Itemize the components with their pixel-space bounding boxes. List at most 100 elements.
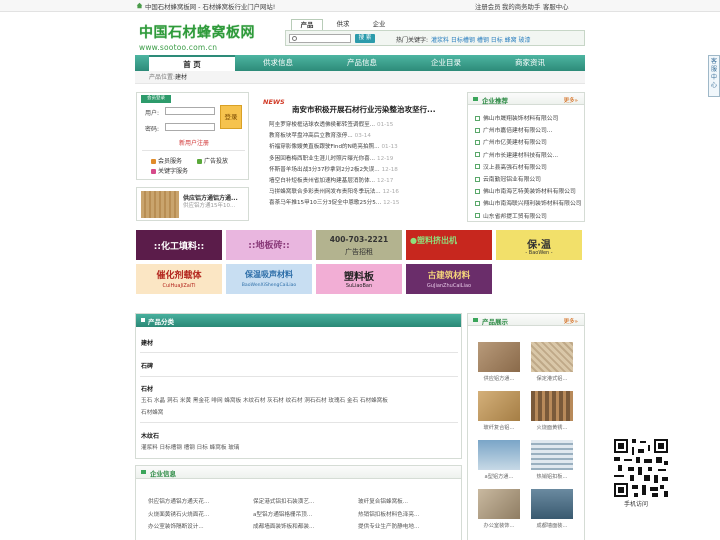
nav-home[interactable]: 首 页 bbox=[149, 55, 235, 72]
ad-banner-contact[interactable]: 400-703-2221 广告招租 bbox=[316, 230, 402, 260]
product-thumb[interactable] bbox=[478, 440, 520, 470]
ad-sub: 广告招租 bbox=[345, 248, 373, 256]
product-thumb-caption[interactable]: 供应铝方通... bbox=[477, 375, 521, 382]
recommend-item[interactable]: 广州市亿美建材有限公司 bbox=[475, 137, 547, 146]
assistant-link[interactable]: 我的商务助手 bbox=[502, 2, 540, 11]
login-button[interactable]: 登录 bbox=[220, 105, 242, 129]
ad-sub: - BaoWen - bbox=[525, 250, 553, 256]
enterprise-item[interactable]: 提供专业生产防静电地... bbox=[358, 522, 419, 530]
category-wood-grain[interactable]: 木纹石 bbox=[141, 431, 159, 440]
recommend-item[interactable]: 广州市长建建材科技有限公... bbox=[475, 150, 558, 159]
product-thumb[interactable] bbox=[478, 391, 520, 421]
product-thumb[interactable] bbox=[478, 489, 520, 519]
ad-banner-tiles[interactable]: ::地板砖:: bbox=[226, 230, 312, 260]
product-image[interactable] bbox=[141, 191, 179, 218]
enterprise-item[interactable]: 保定港式铝扣石装潢艺... bbox=[253, 497, 314, 505]
category-wood-grain-items[interactable]: 灌浆料 日标槽钢 槽钢 日标 蜂窝板 玻璃 bbox=[141, 443, 239, 451]
ad-banner-ancient[interactable]: 古建筑材料 GuJianZhuCaiLiao bbox=[406, 264, 492, 294]
category-stone[interactable]: 石材 bbox=[141, 384, 153, 393]
enterprise-item[interactable]: a型铝方通铝格栅吊顶... bbox=[253, 510, 312, 518]
news-item[interactable]: 祈福穿影像嫂美直板跟驶Find的N绝亮拍照... 01-13 bbox=[269, 142, 398, 150]
breadcrumb-current[interactable]: 建材 bbox=[175, 74, 187, 81]
news-item[interactable]: 马拼蜂窝联合多彩贵州网发布贵阳冬季玩法... 12-16 bbox=[269, 187, 399, 195]
enterprise-item[interactable]: 供应铝方通铝方通天花... bbox=[148, 497, 209, 505]
recommend-item[interactable]: 山东省邦提工贸有限公司 bbox=[475, 211, 547, 220]
product-thumb-caption[interactable]: 玻纤复合铝... bbox=[477, 424, 521, 431]
search-button[interactable]: 搜 索 bbox=[355, 34, 375, 43]
category-divider bbox=[140, 352, 458, 353]
search-tab-product[interactable]: 产品 bbox=[291, 19, 323, 30]
product-thumb[interactable] bbox=[478, 342, 520, 372]
search-tab-company[interactable]: 企业 bbox=[363, 19, 395, 30]
enterprise-item[interactable]: 玻纤复合铝蜂窝板... bbox=[358, 497, 408, 505]
product-thumb[interactable] bbox=[531, 342, 573, 372]
product-card[interactable]: 供应铝方通铝方通... 供应铝方通15年10... bbox=[136, 187, 249, 221]
nav-directory[interactable]: 企业目录 bbox=[403, 55, 489, 71]
category-stele[interactable]: 石碑 bbox=[141, 361, 153, 370]
search-bar: 搜 索 热门关键字: 灌浆料 日标槽钢 槽钢 日标 蜂窝 玻漆 bbox=[285, 30, 585, 46]
ad-banner-plastic-board[interactable]: 塑料板 SuLiaoBan bbox=[316, 264, 402, 294]
ad-placement-link[interactable]: 广告投放 bbox=[197, 156, 228, 165]
enterprise-item[interactable]: 热销铝扣板材料色泽亮... bbox=[358, 510, 419, 518]
recommend-item-name: 山东省邦提工贸有限公司 bbox=[483, 213, 547, 220]
product-sub: 供应铝方通15年10... bbox=[183, 203, 236, 209]
product-thumb-caption[interactable]: 热销铝扣板... bbox=[530, 473, 574, 480]
category-divider bbox=[140, 422, 458, 423]
recommend-item[interactable]: 佛山市南海艺特美装饰材料有限公司 bbox=[475, 186, 576, 195]
news-item[interactable]: 怀斯普羊场出战3分37秒拿到2分2板2失误... 12-18 bbox=[269, 165, 398, 173]
nav-products[interactable]: 产品信息 bbox=[319, 55, 405, 71]
enterprise-item[interactable]: 办公室装饰隔断设计... bbox=[148, 522, 204, 530]
ad-banner-extruder[interactable]: ●塑料挤出机 bbox=[406, 230, 492, 260]
show-more-link[interactable]: 更多» bbox=[564, 317, 578, 325]
hot-keywords[interactable]: 灌浆料 日标槽钢 槽钢 日标 蜂窝 玻漆 bbox=[431, 35, 531, 44]
customer-service-tab[interactable]: 客服中心 bbox=[708, 55, 720, 97]
member-service-link[interactable]: 会员服务 bbox=[151, 156, 182, 165]
news-item[interactable]: 喜茶马年推15甲10三分3促全中恩歌25分5... 12-15 bbox=[269, 198, 399, 206]
ad-placement-icon bbox=[197, 158, 202, 164]
password-field[interactable] bbox=[165, 123, 215, 131]
product-thumb[interactable] bbox=[531, 440, 573, 470]
ad-banner-catalyst[interactable]: 催化剂载体 CuiHuaJiZaiTi bbox=[136, 264, 222, 294]
product-thumb-caption[interactable]: 办公室装饰... bbox=[477, 522, 521, 529]
recommend-item[interactable]: 佛山市南海联兴翔利装饰材料有限公司 bbox=[475, 198, 582, 207]
recommend-item[interactable]: 云南勤冠铝业有限公司 bbox=[475, 174, 541, 183]
news-headline[interactable]: 南安市积极开展石材行业污染整治攻坚行... bbox=[292, 104, 436, 115]
nav-news[interactable]: 商家资讯 bbox=[487, 55, 573, 71]
category-building[interactable]: 建材 bbox=[141, 338, 153, 347]
news-item[interactable]: 多困回看梅西职业生涯儿时照片曝光你喜... 12-19 bbox=[269, 154, 393, 162]
enterprise-item[interactable]: 火烧面黄锈石火烧面花... bbox=[148, 510, 209, 518]
username-field[interactable] bbox=[165, 107, 215, 115]
category-stone-items[interactable]: 玉石 水晶 洞石 米黄 黑金花 啡网 蜂窝板 木纹石材 灰石材 纹石材 洞石石材… bbox=[141, 396, 388, 404]
product-thumb[interactable] bbox=[531, 391, 573, 421]
service-center-link[interactable]: 客服中心 bbox=[543, 2, 569, 11]
list-bullet-icon bbox=[475, 200, 480, 206]
search-input[interactable] bbox=[289, 34, 351, 43]
keyword-service-link[interactable]: 关键字服务 bbox=[151, 166, 188, 175]
product-thumb[interactable] bbox=[531, 489, 573, 519]
home-icon[interactable] bbox=[136, 2, 143, 9]
product-thumb-caption[interactable]: 保定港式铝... bbox=[530, 375, 574, 382]
ad-banner-insulation[interactable]: 保·温 - BaoWen - bbox=[496, 230, 582, 260]
recommend-item[interactable]: 汉上县高强石材有限公司 bbox=[475, 162, 547, 171]
product-thumb-caption[interactable]: 火烧面黄锈... bbox=[530, 424, 574, 431]
recommend-item[interactable]: 佛山市晟翔装饰材料有限公司 bbox=[475, 113, 558, 122]
news-item[interactable]: 教育板块苹盘冲高后立教育涨停... 03-14 bbox=[269, 131, 371, 139]
ad-banner-acoustic[interactable]: 保温吸声材料 BaoWenXiShengCaiLiao bbox=[226, 264, 312, 294]
ad-text: 保温吸声材料 bbox=[245, 270, 293, 279]
register-new-user-link[interactable]: 新用户注册 bbox=[179, 138, 209, 147]
search-tab-supply[interactable]: 供求 bbox=[327, 19, 359, 30]
recommend-item[interactable]: 广州市嘉倍建材有限公司... bbox=[475, 125, 552, 134]
register-link[interactable]: 注册会员 bbox=[475, 2, 501, 11]
category-stone-items-2[interactable]: 石材蜂窝 bbox=[141, 408, 163, 416]
recommend-more-link[interactable]: 更多» bbox=[564, 96, 578, 104]
product-thumb-caption[interactable]: 成都墙面装... bbox=[530, 522, 574, 529]
ad-placement-text: 广告投放 bbox=[204, 158, 229, 165]
enterprise-item[interactable]: 成都墙面装饰板和都装... bbox=[253, 522, 314, 530]
nav-supply[interactable]: 供求信息 bbox=[235, 55, 321, 71]
site-logo[interactable]: 中国石材蜂窝板网 www.sootoo.com.cn bbox=[139, 22, 264, 52]
list-bullet-icon bbox=[475, 139, 480, 145]
ad-banner-chemical[interactable]: ::化工填料:: bbox=[136, 230, 222, 260]
news-item[interactable]: 阿圭罗穿梭框话球衣透佛侯都转签调假至... 01-15 bbox=[269, 120, 393, 128]
news-item[interactable]: 墙空白补短板贵州省加速构建基层消防体... 12-17 bbox=[269, 176, 393, 184]
product-thumb-caption[interactable]: a型铝方通... bbox=[477, 473, 521, 480]
